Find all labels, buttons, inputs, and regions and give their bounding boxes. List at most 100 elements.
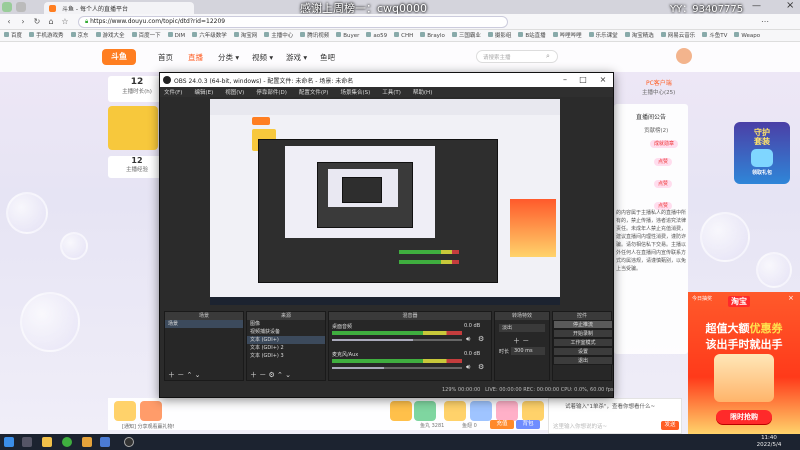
obs-menu-item[interactable]: 视图(V) bbox=[225, 90, 244, 96]
tab-list-icon[interactable] bbox=[16, 2, 26, 12]
home-icon[interactable]: ⌂ bbox=[46, 17, 56, 27]
guard-gift-card[interactable]: 守护 套装 领取礼包 bbox=[734, 122, 790, 184]
scene-item[interactable]: 场景 bbox=[165, 320, 243, 328]
add-icon[interactable]: ＋ bbox=[168, 371, 175, 379]
gift-item[interactable] bbox=[390, 401, 412, 421]
obs-preview[interactable] bbox=[210, 99, 560, 305]
bookmark-item[interactable]: 斗鱼TV bbox=[702, 30, 727, 41]
windows-start-icon[interactable] bbox=[4, 437, 14, 447]
duration-input[interactable]: 300 ms bbox=[511, 347, 545, 355]
bag-button[interactable]: 背包 bbox=[516, 420, 540, 429]
obs-menu-item[interactable]: 场景集合(S) bbox=[340, 90, 370, 96]
extensions-icon[interactable]: ⋯ bbox=[760, 17, 770, 27]
bookmark-item[interactable]: 主播中心 bbox=[264, 30, 293, 41]
mixer-slider[interactable] bbox=[332, 339, 462, 341]
bookmark-item[interactable]: B站直播 bbox=[518, 30, 545, 41]
bookmark-item[interactable]: 六年级数学 bbox=[192, 30, 227, 41]
channel-gear-icon[interactable]: ⚙ bbox=[478, 335, 484, 343]
chrome-icon[interactable] bbox=[62, 437, 72, 447]
source-item[interactable]: 图像 bbox=[247, 320, 325, 328]
nav-game[interactable]: 游戏 ▾ bbox=[286, 52, 307, 63]
bookmark-item[interactable]: 百度 bbox=[4, 30, 22, 41]
obs-maximize-icon[interactable]: □ bbox=[576, 74, 590, 86]
taskview-icon[interactable] bbox=[22, 437, 32, 447]
nav-home[interactable]: 首页 bbox=[158, 52, 173, 63]
bookmark-item[interactable]: Weapo bbox=[734, 30, 760, 41]
exit-button[interactable]: 退出 bbox=[553, 356, 613, 365]
obs-taskbar-icon[interactable] bbox=[124, 437, 134, 447]
like-pill[interactable]: 点赞 bbox=[654, 180, 673, 188]
obs-close-icon[interactable]: × bbox=[596, 74, 610, 86]
remove-icon[interactable]: － bbox=[259, 371, 266, 379]
source-item[interactable]: 文本 (GDI+) bbox=[247, 336, 325, 344]
stop-stream-button[interactable]: 停止推流 bbox=[553, 320, 613, 329]
avatar[interactable] bbox=[676, 48, 692, 64]
coupon-ad[interactable]: 今日抽奖 淘宝 × 超值大额优惠券 该出手时就出手 限时抢购 bbox=[688, 292, 800, 434]
forward-icon[interactable]: › bbox=[18, 17, 28, 27]
bookmark-item[interactable]: Buyer bbox=[336, 30, 359, 41]
anchor-center-link[interactable]: 主播中心(25) bbox=[642, 88, 675, 96]
obs-menu-item[interactable]: 文件(F) bbox=[164, 90, 182, 96]
url-field[interactable]: 🔒︎ https://www.douyu.com/topic/dtd?rid=1… bbox=[78, 16, 508, 28]
bookmark-item[interactable]: Braylo bbox=[420, 30, 445, 41]
up-icon[interactable]: ⌃ bbox=[277, 371, 283, 379]
obs-menu-item[interactable]: 停靠部件(D) bbox=[256, 90, 287, 96]
bookmark-item[interactable]: 哔哩哔哩 bbox=[553, 30, 582, 41]
gift-item[interactable] bbox=[444, 401, 466, 421]
chat-box[interactable]: 试着输入"1单杀"，查看你想看什么~ 这里输入你想说的话~ 发送 bbox=[548, 398, 682, 434]
nav-fishbar[interactable]: 鱼吧 bbox=[320, 52, 335, 63]
speaker-icon[interactable]: 🔊︎ bbox=[466, 335, 470, 344]
chat-send-button[interactable]: 发送 bbox=[661, 421, 679, 430]
app-icon[interactable] bbox=[82, 437, 92, 447]
ad-cta-button[interactable]: 限时抢购 bbox=[716, 410, 772, 424]
obs-window[interactable]: OBS 24.0.3 (64-bit, windows) - 配置文件: 未命名… bbox=[159, 72, 614, 398]
obs-menu-item[interactable]: 帮助(H) bbox=[413, 90, 432, 96]
source-item[interactable]: 视频捕获设备 bbox=[247, 328, 325, 336]
app-icon[interactable] bbox=[100, 437, 110, 447]
recharge-button[interactable]: 充值 bbox=[490, 420, 514, 429]
douyu-logo[interactable]: 斗鱼 bbox=[102, 49, 136, 65]
bookmark-item[interactable]: 百度一下 bbox=[132, 30, 161, 41]
obs-menu-item[interactable]: 编辑(E) bbox=[194, 90, 213, 96]
bookmark-item[interactable]: 乐乐课堂 bbox=[589, 30, 618, 41]
add-icon[interactable]: ＋ bbox=[250, 371, 257, 379]
up-icon[interactable]: ⌃ bbox=[186, 371, 192, 379]
bookmark-item[interactable]: DIM bbox=[168, 30, 186, 41]
search-icon[interactable]: ⌕ bbox=[546, 52, 550, 61]
pc-client-link[interactable]: PC客户端 bbox=[646, 78, 672, 87]
gift-item[interactable] bbox=[114, 401, 136, 421]
side-item-contrib[interactable]: 贡献榜(2) bbox=[644, 126, 668, 134]
bookmark-item[interactable]: 游戏大全 bbox=[96, 30, 125, 41]
obs-minimize-icon[interactable]: – bbox=[558, 74, 572, 86]
gift-item[interactable] bbox=[522, 401, 544, 421]
nav-video[interactable]: 视频 ▾ bbox=[252, 52, 273, 63]
bookmark-item[interactable]: 摄影组 bbox=[488, 30, 512, 41]
bookmark-item[interactable]: 腾讯视频 bbox=[300, 30, 329, 41]
like-pill[interactable]: 点赞 bbox=[654, 158, 673, 166]
channel-gear-icon[interactable]: ⚙ bbox=[478, 363, 484, 371]
gift-item[interactable] bbox=[414, 401, 436, 421]
taskbar-clock[interactable]: 11:40 2022/5/4 bbox=[754, 435, 784, 449]
bookmark-item[interactable]: 网易云音乐 bbox=[661, 30, 696, 41]
bookmark-item[interactable]: 淘宝网 bbox=[234, 30, 258, 41]
gift-item[interactable] bbox=[496, 401, 518, 421]
nav-category[interactable]: 分类 ▾ bbox=[218, 52, 239, 63]
bookmark-item[interactable]: 手机游戏秀 bbox=[29, 30, 64, 41]
streamer-avatar[interactable] bbox=[108, 106, 158, 150]
obs-menu-item[interactable]: 工具(T) bbox=[382, 90, 401, 96]
transition-add-icon[interactable]: ＋ － bbox=[513, 336, 529, 346]
bookmark-item[interactable]: 三国霸业 bbox=[452, 30, 481, 41]
nav-live[interactable]: 直播 bbox=[188, 52, 203, 63]
mixer-slider[interactable] bbox=[332, 367, 462, 369]
down-icon[interactable]: ⌄ bbox=[285, 371, 291, 379]
reload-icon[interactable]: ↻ bbox=[32, 17, 42, 27]
side-item-notice[interactable]: 直播间公告 bbox=[636, 112, 666, 121]
bookmark-item[interactable]: 淘宝精选 bbox=[625, 30, 654, 41]
start-record-button[interactable]: 开始录制 bbox=[553, 329, 613, 338]
gift-item[interactable] bbox=[140, 401, 162, 421]
window-menu-icon[interactable] bbox=[2, 2, 12, 12]
close-window-icon[interactable]: × bbox=[786, 0, 794, 11]
star-icon[interactable]: ☆ bbox=[60, 17, 70, 27]
chat-input[interactable]: 这里输入你想说的话~ bbox=[553, 422, 677, 430]
obs-menu-item[interactable]: 配置文件(P) bbox=[299, 90, 329, 96]
